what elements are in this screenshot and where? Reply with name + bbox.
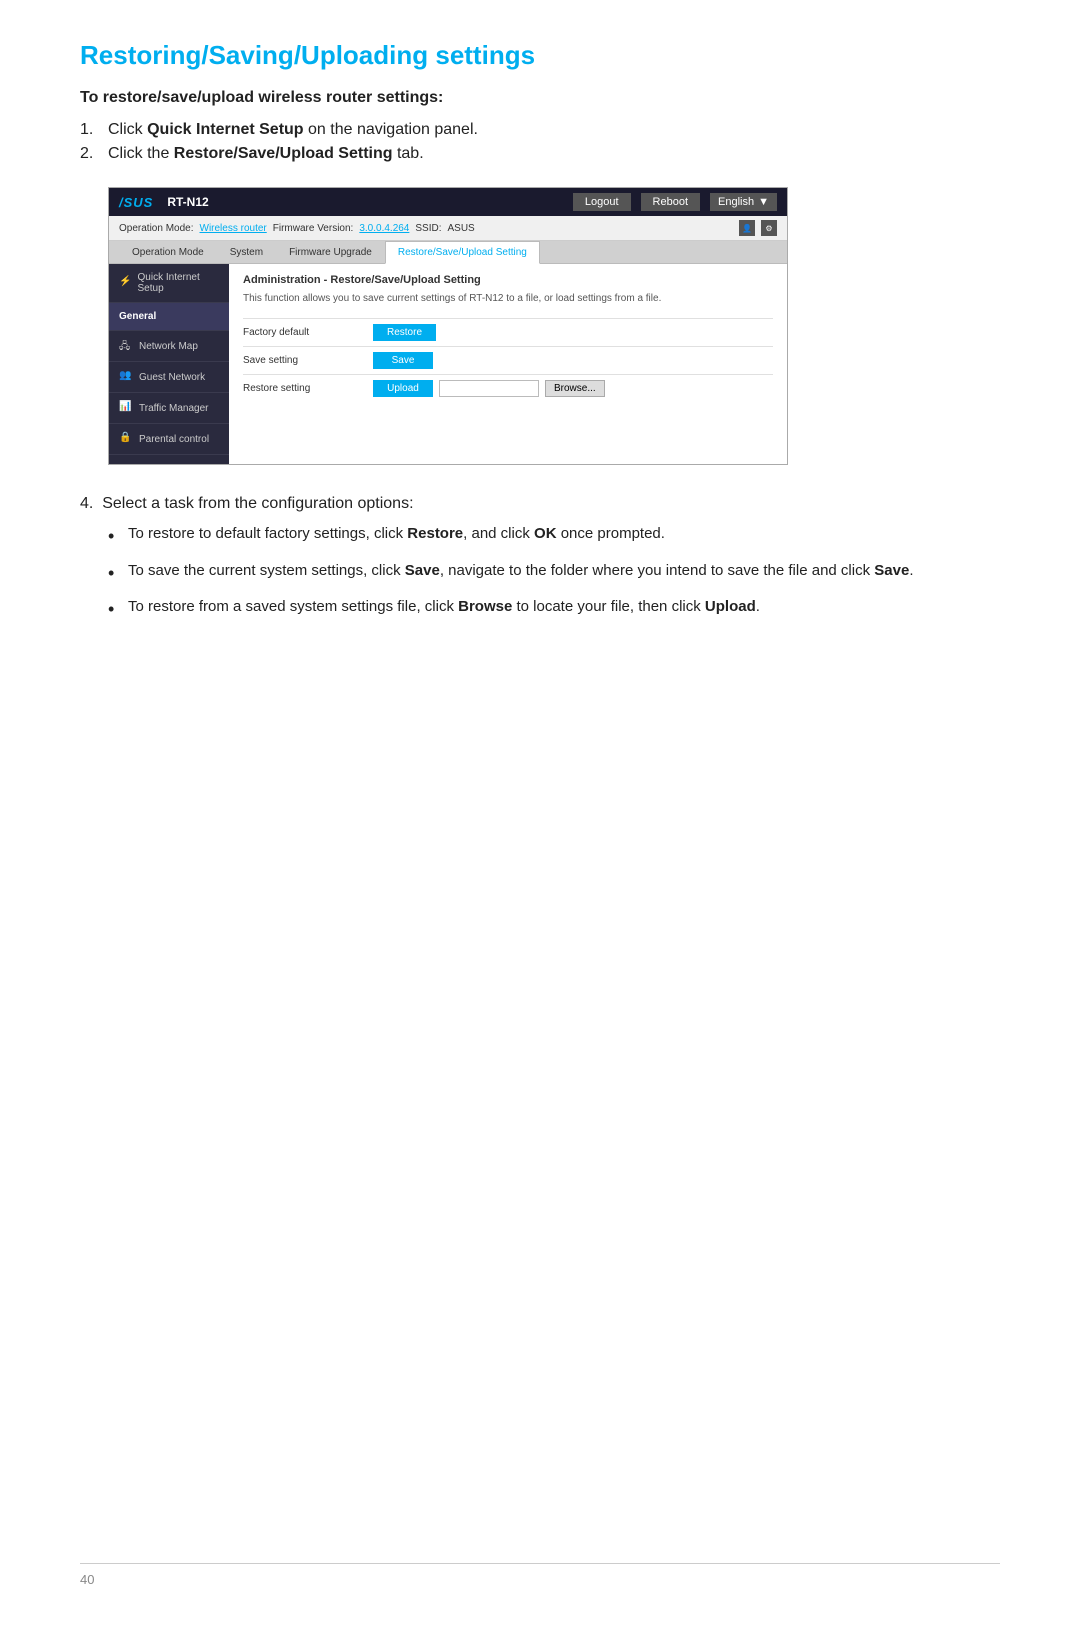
step1-bold: Quick Internet Setup (147, 121, 303, 138)
browse-button[interactable]: Browse... (545, 380, 605, 397)
step4-item-3: To restore from a saved system settings … (108, 596, 1000, 619)
router-sidebar: ⚡ Quick Internet Setup General 🖧 Network… (109, 264, 229, 464)
tab-firmware-upgrade[interactable]: Firmware Upgrade (276, 241, 385, 264)
restore-file-input[interactable] (439, 380, 539, 397)
dropdown-arrow-icon: ▼ (758, 196, 769, 208)
step-1: Click Quick Internet Setup on the naviga… (80, 121, 1000, 139)
tab-system[interactable]: System (217, 241, 276, 264)
content-title: Administration - Restore/Save/Upload Set… (243, 274, 773, 286)
save-button[interactable]: Save (373, 352, 433, 369)
router-model: RT-N12 (167, 195, 208, 209)
page-title: Restoring/Saving/Uploading settings (80, 40, 1000, 71)
restore-button[interactable]: Restore (373, 324, 436, 341)
sidebar-label-general: General (119, 311, 156, 322)
sidebar-item-quick-internet[interactable]: ⚡ Quick Internet Setup (109, 264, 229, 303)
sidebar-item-guest-network[interactable]: 👥 Guest Network (109, 362, 229, 393)
content-desc: This function allows you to save current… (243, 292, 773, 306)
router-statusbar: Operation Mode: Wireless router Firmware… (109, 216, 787, 241)
save-setting-row: Save setting Save (243, 346, 773, 374)
person-icon: 👤 (739, 220, 755, 236)
sidebar-label-quick-internet: Quick Internet Setup (138, 272, 219, 294)
router-logo: /SUS (119, 195, 153, 210)
settings-icon: ⚙ (761, 220, 777, 236)
page-number: 40 (80, 1572, 94, 1587)
step4-upload-bold: Upload (705, 598, 756, 615)
traffic-icon: 📊 (119, 401, 133, 415)
network-icon: 🖧 (119, 339, 133, 353)
guests-icon: 👥 (119, 370, 133, 384)
sidebar-item-network-map[interactable]: 🖧 Network Map (109, 331, 229, 362)
factory-default-label: Factory default (243, 327, 373, 338)
status-icons: 👤 ⚙ (739, 220, 777, 236)
step4-item-1: To restore to default factory settings, … (108, 523, 1000, 546)
steps-list: Click Quick Internet Setup on the naviga… (80, 121, 1000, 163)
router-content: Administration - Restore/Save/Upload Set… (229, 264, 787, 464)
step4-ok-bold: OK (534, 525, 557, 542)
step4-intro: 4. Select a task from the configuration … (80, 495, 1000, 513)
step4-browse-bold: Browse (458, 598, 512, 615)
language-selector[interactable]: English ▼ (710, 193, 777, 211)
upload-button[interactable]: Upload (373, 380, 433, 397)
restore-setting-label: Restore setting (243, 383, 373, 394)
page-footer: 40 (80, 1563, 1000, 1587)
operation-mode-value[interactable]: Wireless router (200, 223, 267, 234)
router-topbar: /SUS RT-N12 Logout Reboot English ▼ (109, 188, 787, 216)
step2-bold: Restore/Save/Upload Setting (174, 145, 393, 162)
firmware-value[interactable]: 3.0.0.4.264 (359, 223, 409, 234)
step-2: Click the Restore/Save/Upload Setting ta… (80, 145, 1000, 163)
step4-restore-bold: Restore (407, 525, 463, 542)
firmware-label: Firmware Version: (273, 223, 354, 234)
operation-mode-label: Operation Mode: (119, 223, 194, 234)
step4-list: To restore to default factory settings, … (108, 523, 1000, 619)
logout-button[interactable]: Logout (573, 193, 631, 211)
reboot-button[interactable]: Reboot (641, 193, 700, 211)
step4-save-bold: Save (405, 562, 440, 579)
sidebar-item-traffic-manager[interactable]: 📊 Traffic Manager (109, 393, 229, 424)
sidebar-label-traffic-manager: Traffic Manager (139, 403, 208, 414)
sidebar-header-general: General (109, 303, 229, 331)
sidebar-item-parental-control[interactable]: 🔒 Parental control (109, 424, 229, 455)
router-tabs: Operation Mode System Firmware Upgrade R… (109, 241, 787, 264)
lock-icon: 🔒 (119, 432, 133, 446)
lightning-icon: ⚡ (119, 276, 132, 290)
step4-item-2: To save the current system settings, cli… (108, 560, 1000, 583)
step4-save2-bold: Save (874, 562, 909, 579)
tab-operation-mode[interactable]: Operation Mode (119, 241, 217, 264)
factory-default-row: Factory default Restore (243, 318, 773, 346)
router-main: ⚡ Quick Internet Setup General 🖧 Network… (109, 264, 787, 464)
sidebar-label-network-map: Network Map (139, 341, 198, 352)
ssid-label: SSID: (415, 223, 441, 234)
ssid-value: ASUS (448, 223, 475, 234)
restore-setting-row: Restore setting Upload Browse... (243, 374, 773, 402)
section-subtitle: To restore/save/upload wireless router s… (80, 89, 1000, 107)
tab-restore-save-upload[interactable]: Restore/Save/Upload Setting (385, 241, 540, 264)
save-setting-label: Save setting (243, 355, 373, 366)
router-screenshot: /SUS RT-N12 Logout Reboot English ▼ Oper… (108, 187, 788, 465)
language-label: English (718, 196, 754, 208)
sidebar-label-guest-network: Guest Network (139, 372, 205, 383)
sidebar-label-parental-control: Parental control (139, 434, 209, 445)
